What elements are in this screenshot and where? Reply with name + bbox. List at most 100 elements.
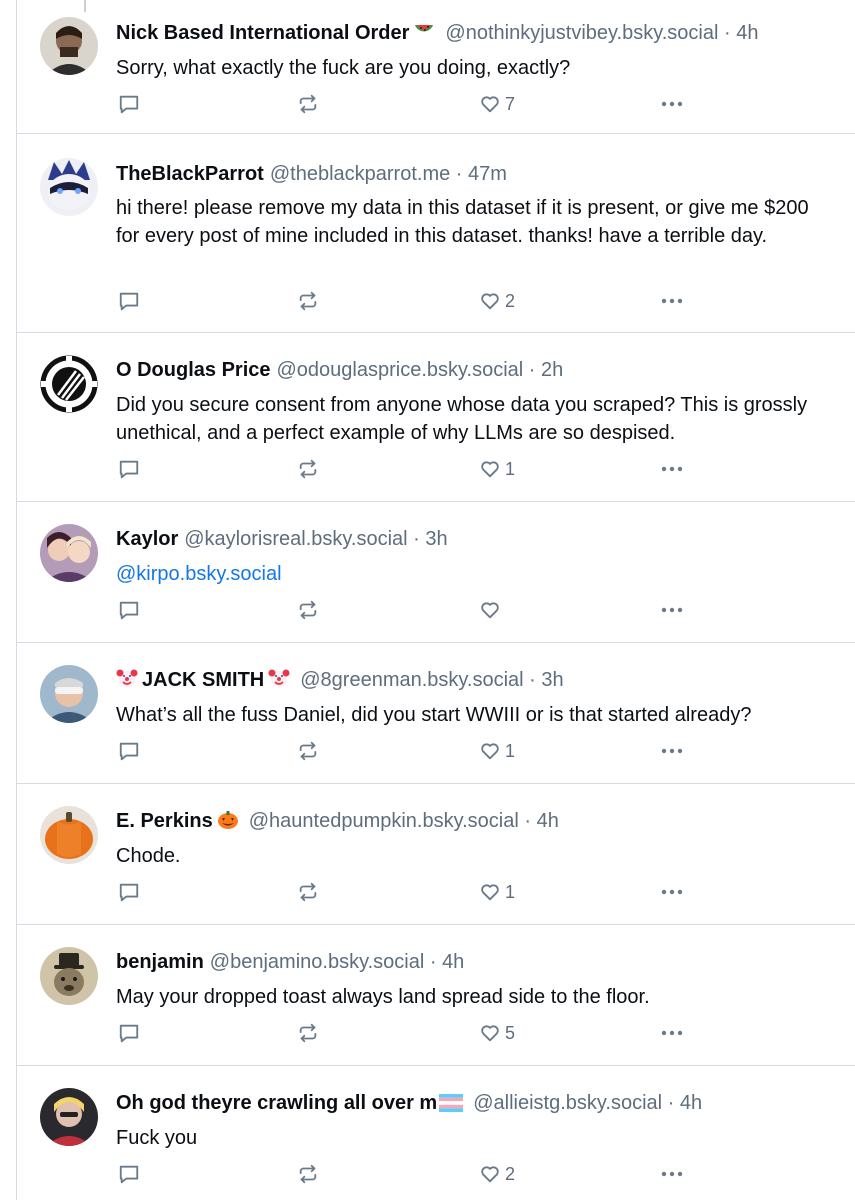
repost-button[interactable] (297, 598, 319, 622)
like-count: 5 (505, 1022, 516, 1043)
repost-button[interactable] (297, 1162, 319, 1186)
repost-icon (297, 881, 319, 903)
post-time[interactable]: 3h (425, 528, 447, 550)
more-options-button[interactable] (659, 1162, 685, 1186)
clown-face-icon (268, 667, 290, 696)
author-display-name[interactable]: O Douglas Price (116, 359, 271, 381)
more-options-button[interactable] (659, 739, 685, 763)
author-display-name[interactable]: Oh god theyre crawling all over m (116, 1092, 437, 1114)
post-text: What’s all the fuss Daniel, did you star… (116, 704, 752, 726)
post-item[interactable]: O Douglas Price @odouglasprice.bsky.socia… (17, 333, 855, 502)
avatar[interactable] (40, 524, 98, 582)
post-time[interactable]: 4h (442, 951, 464, 973)
repost-button[interactable] (297, 92, 319, 116)
post-actions: 5 (116, 1021, 706, 1045)
author-display-name[interactable]: Kaylor (116, 528, 178, 550)
author-handle[interactable]: @theblackparrot.me (270, 163, 450, 185)
separator-dot: · (518, 810, 537, 832)
author-handle[interactable]: @odouglasprice.bsky.social (277, 359, 524, 381)
author-handle[interactable]: @benjamino.bsky.social (210, 951, 424, 973)
author-handle[interactable]: @8greenman.bsky.social (300, 669, 523, 691)
reply-button[interactable] (118, 92, 140, 116)
like-button[interactable] (479, 598, 505, 622)
post-actions: 1 (116, 457, 706, 481)
avatar[interactable] (40, 1088, 98, 1146)
avatar[interactable] (40, 665, 98, 723)
like-button[interactable]: 5 (479, 1021, 515, 1045)
reply-button[interactable] (118, 598, 140, 622)
like-button[interactable]: 2 (479, 289, 515, 313)
author-display-name[interactable]: Nick Based International Order (116, 22, 409, 44)
repost-button[interactable] (297, 739, 319, 763)
more-options-button[interactable] (659, 598, 685, 622)
post-item[interactable]: E. Perkins @hauntedpumpkin.bsky.social · … (17, 784, 855, 925)
reply-button[interactable] (118, 289, 140, 313)
post-item[interactable]: TheBlackParrot @theblackparrot.me · 47m h… (17, 134, 855, 333)
post-header: benjamin @benjamino.bsky.social · 4h (116, 949, 464, 975)
author-display-name[interactable]: benjamin (116, 951, 204, 973)
post-time[interactable]: 2h (541, 359, 563, 381)
post-item[interactable]: Nick Based International Order @nothinkyj… (17, 0, 855, 134)
author-handle[interactable]: @kaylorisreal.bsky.social (184, 528, 407, 550)
more-options-button[interactable] (659, 1021, 685, 1045)
reply-icon (118, 93, 140, 115)
heart-icon (479, 1022, 501, 1044)
post-actions: 7 (116, 92, 706, 116)
post-actions (116, 598, 706, 622)
author-display-name[interactable]: TheBlackParrot (116, 163, 264, 185)
post-header: Kaylor @kaylorisreal.bsky.social · 3h (116, 526, 448, 552)
more-options-button[interactable] (659, 880, 685, 904)
more-options-icon (659, 740, 685, 762)
post-text: hi there! please remove my data in this … (116, 197, 809, 247)
repost-button[interactable] (297, 1021, 319, 1045)
more-options-icon (659, 290, 685, 312)
more-options-icon (659, 599, 685, 621)
post-text: @kirpo.bsky.social (116, 560, 831, 588)
avatar[interactable] (40, 158, 98, 216)
post-item[interactable]: Oh god theyre crawling all over m @alliei… (17, 1066, 855, 1200)
author-handle[interactable]: @hauntedpumpkin.bsky.social (249, 810, 519, 832)
post-actions: 2 (116, 1162, 706, 1186)
more-options-button[interactable] (659, 289, 685, 313)
post-time[interactable]: 4h (736, 22, 758, 44)
repost-icon (297, 1022, 319, 1044)
avatar[interactable] (40, 806, 98, 864)
like-button[interactable]: 7 (479, 92, 515, 116)
reply-button[interactable] (118, 1021, 140, 1045)
post-text: Sorry, what exactly the fuck are you doi… (116, 57, 571, 79)
mention-link[interactable]: @kirpo.bsky.social (116, 563, 282, 585)
post-feed: Nick Based International Order @nothinkyj… (16, 0, 855, 1200)
like-button[interactable]: 1 (479, 457, 515, 481)
post-item[interactable]: Kaylor @kaylorisreal.bsky.social · 3h @ki… (17, 502, 855, 643)
like-count: 1 (505, 458, 516, 479)
author-display-name[interactable]: E. Perkins (116, 810, 213, 832)
like-button[interactable]: 2 (479, 1162, 515, 1186)
reply-button[interactable] (118, 880, 140, 904)
reply-button[interactable] (118, 739, 140, 763)
more-options-button[interactable] (659, 457, 685, 481)
post-time[interactable]: 47m (468, 163, 507, 185)
post-time[interactable]: 3h (541, 669, 563, 691)
repost-icon (297, 458, 319, 480)
post-item[interactable]: benjamin @benjamino.bsky.social · 4h May … (17, 925, 855, 1066)
repost-button[interactable] (297, 289, 319, 313)
avatar[interactable] (40, 355, 98, 413)
avatar[interactable] (40, 17, 98, 75)
post-item[interactable]: JACK SMITH @8greenman.bsky.social · 3h Wh… (17, 643, 855, 784)
repost-button[interactable] (297, 880, 319, 904)
repost-button[interactable] (297, 457, 319, 481)
author-handle[interactable]: @nothinkyjustvibey.bsky.social (445, 22, 718, 44)
reply-button[interactable] (118, 457, 140, 481)
more-options-button[interactable] (659, 92, 685, 116)
like-button[interactable]: 1 (479, 739, 515, 763)
author-display-name[interactable]: JACK SMITH (142, 669, 264, 691)
reply-icon (118, 881, 140, 903)
separator-dot: · (523, 359, 541, 381)
avatar[interactable] (40, 947, 98, 1005)
post-text: May your dropped toast always land sprea… (116, 986, 650, 1008)
post-time[interactable]: 4h (537, 810, 559, 832)
like-button[interactable]: 1 (479, 880, 515, 904)
reply-button[interactable] (118, 1162, 140, 1186)
post-time[interactable]: 4h (680, 1092, 702, 1114)
author-handle[interactable]: @allieistg.bsky.social (473, 1092, 662, 1114)
